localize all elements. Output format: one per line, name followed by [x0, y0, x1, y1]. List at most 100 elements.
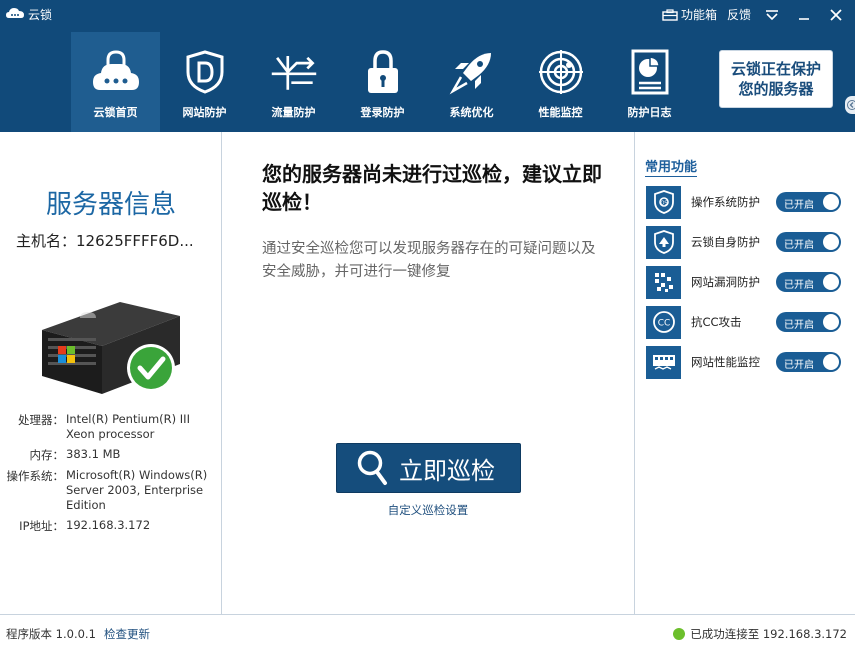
common-functions-panel: 常用功能 OS 操作系统防护 已开启 云锁自身防护 已开启 网站漏洞防护 已开启…: [634, 132, 855, 614]
spec-label: 处理器：: [18, 413, 64, 427]
check-update-link[interactable]: 检查更新: [104, 626, 150, 642]
vuln-protect-icon: [646, 265, 681, 299]
protection-status-panel[interactable]: 云锁正在保护 您的服务器: [719, 50, 833, 108]
function-row-vuln-protection: 网站漏洞防护 已开启: [646, 265, 855, 299]
nav-login-protection-label: 登录防护: [360, 106, 405, 119]
nav-traffic-protection[interactable]: 流量防护: [249, 32, 338, 132]
function-label: 抗CC攻击: [691, 315, 742, 329]
function-row-perf-monitor: 网站性能监控 已开启: [646, 345, 855, 379]
nav-protection-log[interactable]: 防护日志: [605, 32, 694, 132]
scan-now-button[interactable]: 立即巡检: [336, 443, 521, 493]
toggle-knob: [823, 234, 839, 250]
toggle-knob: [823, 274, 839, 290]
os-protect-icon: OS: [646, 185, 681, 219]
spec-label: 内存：: [29, 448, 65, 462]
menu-dropdown-icon: [766, 9, 778, 20]
toolbox-icon: [662, 8, 678, 21]
server-specs: 处理器： Intel(R) Pentium(R) III Xeon proces…: [6, 412, 220, 539]
connection-status-text: 已成功连接至 192.168.3.172: [690, 627, 847, 641]
minimize-icon: [799, 17, 809, 20]
title-bar: 云锁 功能箱 反馈: [0, 0, 855, 30]
nav-login-protection[interactable]: 登录防护: [338, 32, 427, 132]
function-label: 网站漏洞防护: [691, 275, 760, 289]
main-nav: 云锁首页 网站防护 流量防护 登录防护 系统优化 性能监控 防护日志: [71, 32, 694, 132]
custom-scan-settings-link[interactable]: 自定义巡检设置: [222, 502, 634, 518]
perf-monitor-icon: [646, 345, 681, 379]
function-label: 操作系统防护: [691, 195, 760, 209]
anti-cc-icon: CC: [646, 305, 681, 339]
nav-performance-monitor[interactable]: 性能监控: [516, 32, 605, 132]
svg-text:OS: OS: [660, 201, 667, 207]
connection-status: 已成功连接至 192.168.3.172: [673, 626, 847, 642]
nav-system-optimize[interactable]: 系统优化: [427, 32, 516, 132]
spec-value: Intel(R) Pentium(R) III Xeon processor: [66, 412, 190, 441]
perf-monitor-toggle[interactable]: 已开启: [776, 352, 841, 372]
menu-button[interactable]: [759, 5, 785, 25]
spec-row-memory: 内存： 383.1 MB: [6, 447, 220, 463]
scan-headline: 您的服务器尚未进行过巡检，建议立即巡检！: [262, 162, 602, 214]
scan-now-label: 立即巡检: [399, 456, 495, 485]
function-row-self-protection: 云锁自身防护 已开启: [646, 225, 855, 259]
os-protection-toggle[interactable]: 已开启: [776, 192, 841, 212]
app-logo-icon: [6, 8, 24, 18]
common-functions-title: 常用功能: [645, 156, 698, 177]
feedback-label: 反馈: [726, 8, 751, 22]
toggle-state-label: 已开启: [784, 240, 814, 251]
side-collapse-button[interactable]: [845, 96, 855, 114]
traffic-icon: [271, 56, 316, 90]
toggle-state-label: 已开启: [784, 320, 814, 331]
connection-status-dot: [673, 628, 686, 640]
spec-label: IP地址：: [19, 519, 64, 533]
anti-cc-toggle[interactable]: 已开启: [776, 312, 841, 332]
feedback-button[interactable]: 反馈: [725, 4, 753, 25]
vuln-protection-toggle[interactable]: 已开启: [776, 272, 841, 292]
nav-website-protection[interactable]: 网站防护: [160, 32, 249, 132]
spec-row-ip: IP地址： 192.168.3.172: [6, 518, 220, 534]
function-row-os-protection: OS 操作系统防护 已开启: [646, 185, 855, 219]
rocket-icon: [449, 53, 491, 95]
shield-d-icon: [186, 50, 223, 94]
magnifier-icon: [357, 450, 387, 485]
svg-text:CC: CC: [657, 319, 670, 329]
toggle-state-label: 已开启: [784, 200, 814, 211]
chevron-left-icon: [847, 100, 855, 110]
protection-status-line1: 云锁正在保护: [730, 60, 821, 78]
close-button[interactable]: [823, 5, 849, 25]
spec-value: Microsoft(R) Windows(R) Server 2003, Ent…: [66, 468, 208, 512]
feature-box-label: 功能箱: [680, 8, 717, 22]
radar-icon: [538, 50, 583, 94]
spec-label: 操作系统：: [6, 469, 65, 483]
minimize-button[interactable]: [791, 5, 817, 25]
titlebar-controls: 功能箱 反馈: [660, 4, 849, 25]
cloud-lock-icon: [92, 50, 139, 90]
function-label: 网站性能监控: [691, 355, 760, 369]
nav-system-optimize-label: 系统优化: [449, 106, 494, 119]
log-document-icon: [631, 49, 668, 95]
padlock-icon: [367, 50, 398, 93]
function-row-anti-cc: CC 抗CC攻击 已开启: [646, 305, 855, 339]
server-image: [42, 302, 180, 394]
nav-website-protection-label: 网站防护: [182, 106, 227, 119]
spec-row-os: 操作系统： Microsoft(R) Windows(R) Server 200…: [6, 468, 220, 513]
hostname-value: 12625FFFF6D...: [76, 232, 194, 250]
nav-traffic-protection-label: 流量防护: [271, 106, 316, 119]
function-label: 云锁自身防护: [691, 235, 760, 249]
spec-row-cpu: 处理器： Intel(R) Pentium(R) III Xeon proces…: [6, 412, 220, 442]
hostname-label: 主机名：: [16, 232, 77, 250]
server-info-title: 服务器信息: [45, 190, 176, 220]
status-bar: 程序版本 1.0.0.1 检查更新 已成功连接至 192.168.3.172: [0, 614, 855, 650]
program-version: 程序版本 1.0.0.1: [6, 627, 96, 641]
close-icon: [830, 8, 842, 21]
self-protection-toggle[interactable]: 已开启: [776, 232, 841, 252]
scan-panel: 您的服务器尚未进行过巡检，建议立即巡检！ 通过安全巡检您可以发现服务器存在的可疑…: [222, 132, 634, 614]
toggle-state-label: 已开启: [784, 360, 814, 371]
server-info-panel: 服务器信息 主机名：12625FFFF6D... 处理器： Intel(R) P…: [0, 132, 222, 614]
toggle-knob: [823, 314, 839, 330]
toggle-state-label: 已开启: [784, 280, 814, 291]
nav-home[interactable]: 云锁首页: [71, 32, 160, 132]
protection-status-line2: 您的服务器: [738, 80, 814, 98]
feature-box-button[interactable]: 功能箱: [660, 4, 719, 25]
hostname: 主机名：12625FFFF6D...: [16, 230, 216, 251]
toggle-knob: [823, 354, 839, 370]
window-title: 云锁: [28, 8, 53, 22]
